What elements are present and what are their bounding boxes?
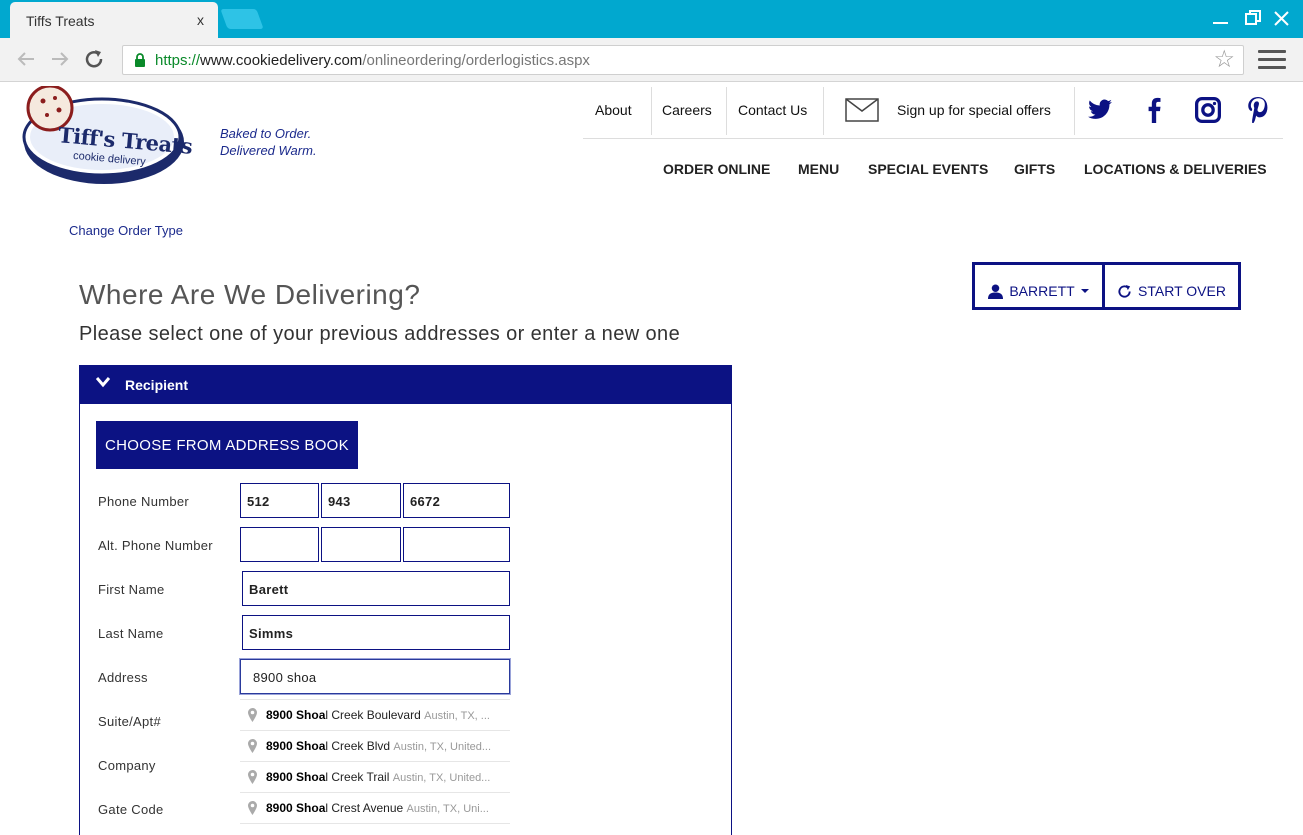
url-protocol: https:// — [155, 52, 201, 69]
suggestion-secondary: Austin, TX, United... — [393, 741, 492, 753]
alt-phone-label: Alt. Phone Number — [98, 538, 213, 553]
company-label: Company — [98, 758, 156, 773]
map-pin-icon — [248, 708, 257, 722]
choose-address-book-button[interactable]: CHOOSE FROM ADDRESS BOOK — [96, 421, 358, 469]
user-name: BARRETT — [1009, 283, 1075, 299]
suggestion-match: 8900 Shoa — [266, 770, 326, 784]
recipient-panel-header[interactable]: Recipient — [80, 366, 731, 404]
recipient-panel: Recipient CHOOSE FROM ADDRESS BOOK Phone… — [79, 365, 732, 835]
page-subtitle: Please select one of your previous addre… — [79, 323, 681, 345]
pinterest-icon[interactable] — [1247, 97, 1269, 128]
new-tab-button[interactable] — [220, 9, 264, 29]
url-host: www.cookiedelivery.com — [200, 52, 363, 69]
tab-title: Tiffs Treats — [26, 13, 95, 29]
address-suggestions: 8900 Shoal Creek Boulevard Austin, TX, .… — [240, 699, 510, 835]
phone-label: Phone Number — [98, 494, 190, 509]
recipient-header-label: Recipient — [125, 377, 189, 393]
nav-link-contact-us[interactable]: Contact Us — [738, 102, 807, 118]
caret-down-icon — [1080, 289, 1089, 293]
suggestion-secondary: Austin, TX, Uni... — [406, 803, 489, 815]
alt-phone-prefix-input[interactable] — [321, 527, 401, 562]
suggestion-match: 8900 Shoa — [266, 801, 326, 815]
facebook-icon[interactable] — [1145, 97, 1163, 128]
suggestion-match: 8900 Shoa — [266, 708, 326, 722]
browser-titlebar: Tiffs Treats x — [0, 0, 1303, 38]
nav-special-events[interactable]: SPECIAL EVENTS — [868, 161, 988, 177]
page-title: Where Are We Delivering? — [79, 279, 421, 310]
signup-link[interactable]: Sign up for special offers — [897, 102, 1051, 118]
web-page: Tiff's Treats cookie delivery Baked to O… — [3, 83, 1300, 835]
address-bar[interactable]: https://www.cookiedelivery.com/onlineord… — [122, 45, 1244, 75]
last-name-input[interactable]: Simms — [242, 615, 510, 650]
nav-menu[interactable]: MENU — [798, 161, 839, 177]
suite-label: Suite/Apt# — [98, 714, 161, 729]
user-menu-button[interactable]: BARRETT — [975, 265, 1102, 307]
nav-gifts[interactable]: GIFTS — [1014, 161, 1055, 177]
envelope-icon[interactable] — [845, 98, 879, 127]
url-path: /onlineordering/orderlogistics.aspx — [362, 52, 590, 69]
refresh-icon — [1118, 284, 1131, 298]
start-over-label: START OVER — [1138, 283, 1226, 299]
tiffs-treats-logo[interactable]: Tiff's Treats cookie delivery — [18, 84, 193, 186]
address-input[interactable]: 8900 shoa — [240, 659, 510, 694]
first-name-label: First Name — [98, 582, 165, 597]
instagram-icon[interactable] — [1195, 97, 1221, 128]
phone-prefix-input[interactable]: 943 — [321, 483, 401, 518]
suggestion-secondary: Austin, TX, United... — [392, 772, 491, 784]
chevron-down-icon — [96, 377, 110, 388]
tagline: Baked to Order. Delivered Warm. — [220, 125, 317, 159]
suggestion-rest: l Creek Boulevard — [325, 708, 421, 722]
suggestion-rest: l Creek Trail — [325, 770, 390, 784]
suggestion-rest: l Creek Blvd — [325, 739, 391, 753]
first-name-input[interactable]: Barett — [242, 571, 510, 606]
tagline-line-2: Delivered Warm. — [220, 143, 317, 158]
map-pin-icon — [248, 801, 257, 815]
suggestion-match: 8900 Shoa — [266, 739, 326, 753]
address-label: Address — [98, 670, 148, 685]
alt-phone-area-input[interactable] — [240, 527, 319, 562]
divider — [1074, 87, 1075, 135]
browser-menu-icon[interactable] — [1258, 50, 1286, 74]
divider — [651, 87, 652, 135]
divider — [726, 87, 727, 135]
back-icon[interactable] — [14, 47, 38, 76]
nav-link-about[interactable]: About — [595, 102, 632, 118]
restore-icon[interactable] — [1244, 8, 1262, 32]
suggestion-secondary: Austin, TX, ... — [424, 710, 490, 722]
start-over-button[interactable]: START OVER — [1105, 265, 1238, 307]
browser-toolbar: https://www.cookiedelivery.com/onlineord… — [0, 38, 1303, 82]
lock-icon — [135, 53, 145, 67]
bookmark-star-icon[interactable]: ☆ — [1213, 48, 1235, 72]
last-name-label: Last Name — [98, 626, 164, 641]
forward-icon[interactable] — [48, 47, 72, 76]
map-pin-icon — [248, 739, 257, 753]
header-divider — [583, 138, 1283, 139]
divider — [823, 87, 824, 135]
user-icon — [988, 283, 1004, 299]
close-window-icon[interactable] — [1273, 8, 1291, 32]
phone-area-input[interactable]: 512 — [240, 483, 319, 518]
suggestion-item[interactable]: 8900 Shoal Crest Avenue Austin, TX, Uni.… — [240, 793, 510, 824]
twitter-icon[interactable] — [1087, 97, 1113, 128]
tab-close-icon[interactable]: x — [197, 12, 204, 28]
suggestion-item[interactable]: 8900 Shoal Creek Boulevard Austin, TX, .… — [240, 700, 510, 731]
suggestion-rest: l Crest Avenue — [325, 801, 404, 815]
reload-icon[interactable] — [82, 47, 106, 76]
nav-order-online[interactable]: ORDER ONLINE — [663, 161, 770, 177]
change-order-type-link[interactable]: Change Order Type — [69, 223, 183, 238]
gate-code-label: Gate Code — [98, 802, 164, 817]
browser-tab[interactable]: Tiffs Treats x — [10, 2, 218, 38]
nav-locations-deliveries[interactable]: LOCATIONS & DELIVERIES — [1084, 161, 1267, 177]
suggestion-item[interactable]: 8900 Shoal Creek Blvd Austin, TX, United… — [240, 731, 510, 762]
phone-line-input[interactable]: 6672 — [403, 483, 510, 518]
tagline-line-1: Baked to Order. — [220, 126, 312, 141]
nav-link-careers[interactable]: Careers — [662, 102, 712, 118]
minimize-icon[interactable] — [1212, 8, 1230, 32]
user-button-group: BARRETT START OVER — [972, 262, 1241, 310]
suggestion-item[interactable]: 8900 Shoal Creek Trail Austin, TX, Unite… — [240, 762, 510, 793]
alt-phone-line-input[interactable] — [403, 527, 510, 562]
map-pin-icon — [248, 770, 257, 784]
